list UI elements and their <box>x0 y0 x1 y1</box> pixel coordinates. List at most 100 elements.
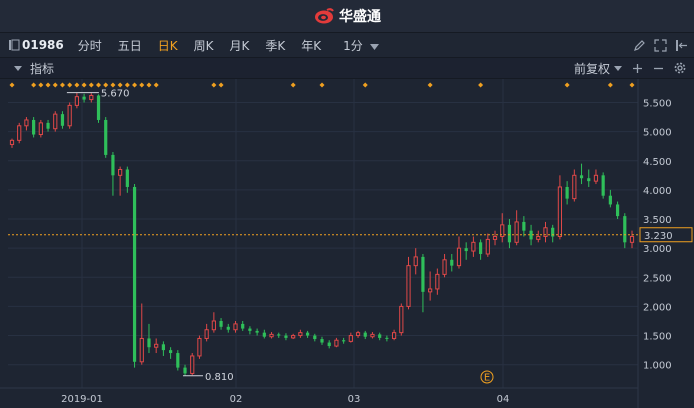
candle-body <box>399 305 404 334</box>
candle-body <box>74 96 79 106</box>
y-tick-label: 2.500 <box>643 273 672 284</box>
candle-body <box>348 335 353 342</box>
adjust-label: 前复权 <box>573 61 610 76</box>
candle-body <box>190 355 195 374</box>
candle-body <box>161 344 165 351</box>
brand-name: 华盛通 <box>339 9 381 25</box>
candle-body <box>176 353 180 368</box>
candle-body <box>587 178 591 182</box>
zoom-out-icon[interactable] <box>653 63 664 74</box>
tab-period-6[interactable]: 年K <box>293 37 329 54</box>
candle-body <box>241 323 245 329</box>
interval-label: 1分 <box>343 38 363 53</box>
candle-body <box>104 119 108 155</box>
candle-body <box>183 367 187 374</box>
title-bar: 华盛通 <box>0 0 694 33</box>
high-annotation-label: 5.670 <box>101 89 130 100</box>
candle-body <box>572 174 577 200</box>
candle-body <box>464 248 468 252</box>
candle-body <box>46 122 50 129</box>
candle-body <box>327 342 331 347</box>
indicator-bar: 指标 前复权 <box>0 58 694 79</box>
candle-body <box>391 332 397 339</box>
candle-body <box>557 186 563 237</box>
candle-body <box>60 114 65 126</box>
candle-body <box>313 335 317 340</box>
tab-period-1[interactable]: 五日 <box>110 37 150 54</box>
candle-body <box>89 94 94 101</box>
candle-body <box>139 337 144 363</box>
tab-period-3[interactable]: 周K <box>186 37 222 54</box>
sidebar-toggle-icon[interactable] <box>0 39 20 51</box>
candle-body <box>471 241 476 252</box>
collapse-triangle-icon[interactable] <box>0 65 30 71</box>
candle-body <box>485 238 490 255</box>
candle-body <box>305 332 310 336</box>
y-tick-label: 1.000 <box>643 361 672 372</box>
candle-body <box>522 221 526 231</box>
y-tick-label: 4.500 <box>643 157 672 168</box>
candle-body <box>17 125 22 141</box>
candlestick-chart[interactable]: 5.500 5.000 4.500 4.000 3.500 3.000 2.500 2.000… <box>0 79 694 408</box>
candle-body <box>211 320 216 331</box>
candle-body <box>291 335 296 339</box>
candle-body <box>355 332 361 337</box>
y-tick-label: 1.500 <box>643 332 672 343</box>
y-tick-label: 4.000 <box>643 186 672 197</box>
candle-body <box>53 113 58 130</box>
candle-body <box>593 174 599 182</box>
candle-body <box>385 337 389 339</box>
candle-body <box>507 224 512 243</box>
tab-period-2[interactable]: 日K <box>150 37 186 54</box>
interval-select[interactable]: 1分 <box>329 37 386 54</box>
indicators-button[interactable]: 指标 <box>30 60 54 77</box>
candle-body <box>565 186 569 199</box>
candle-body <box>363 332 367 337</box>
candle-body <box>435 273 440 290</box>
draw-pen-icon[interactable] <box>633 39 646 52</box>
candle-body <box>269 333 274 338</box>
stock-code[interactable]: 01986 <box>20 38 70 52</box>
gear-icon[interactable] <box>674 62 686 74</box>
candle-body <box>154 343 159 348</box>
chevron-down-icon <box>614 65 622 71</box>
candle-body <box>406 265 411 307</box>
candle-body <box>204 329 209 339</box>
candle-body <box>111 154 115 176</box>
candle-body <box>248 328 252 331</box>
tab-period-0[interactable]: 分时 <box>70 37 110 54</box>
candle-body <box>623 216 627 243</box>
candle-body <box>233 323 238 331</box>
event-e-label: E <box>484 373 490 384</box>
candle-body <box>334 339 339 347</box>
candle-body <box>219 320 223 327</box>
tab-period-5[interactable]: 季K <box>257 37 293 54</box>
candle-body <box>342 340 346 342</box>
brand-logo: 华盛通 <box>313 6 381 26</box>
candle-body <box>608 195 612 205</box>
candle-body <box>492 236 498 240</box>
brand-logo-icon <box>315 8 334 24</box>
expand-panel-icon[interactable] <box>675 39 688 52</box>
candle-body <box>601 175 605 196</box>
adjust-select[interactable]: 前复权 <box>574 60 622 77</box>
candle-body <box>421 256 425 292</box>
tab-period-4[interactable]: 月K <box>222 37 258 54</box>
y-tick-label: 3.000 <box>643 244 672 255</box>
candle-body <box>514 221 519 243</box>
candle-body <box>118 168 123 176</box>
candle-body <box>24 119 29 127</box>
zoom-in-icon[interactable] <box>632 63 643 74</box>
candle-body <box>277 334 281 336</box>
candle-body <box>226 326 230 330</box>
candle-body <box>536 236 541 240</box>
candle-body <box>378 334 382 338</box>
x-tick-label: 03 <box>348 394 361 405</box>
fullscreen-icon[interactable] <box>654 38 667 52</box>
candle-body <box>147 338 151 348</box>
x-tick-label: 2019-01 <box>61 394 103 405</box>
candle-body <box>125 169 129 187</box>
candle-body <box>169 350 173 354</box>
candle-body <box>255 330 259 333</box>
candle-body <box>132 186 137 362</box>
